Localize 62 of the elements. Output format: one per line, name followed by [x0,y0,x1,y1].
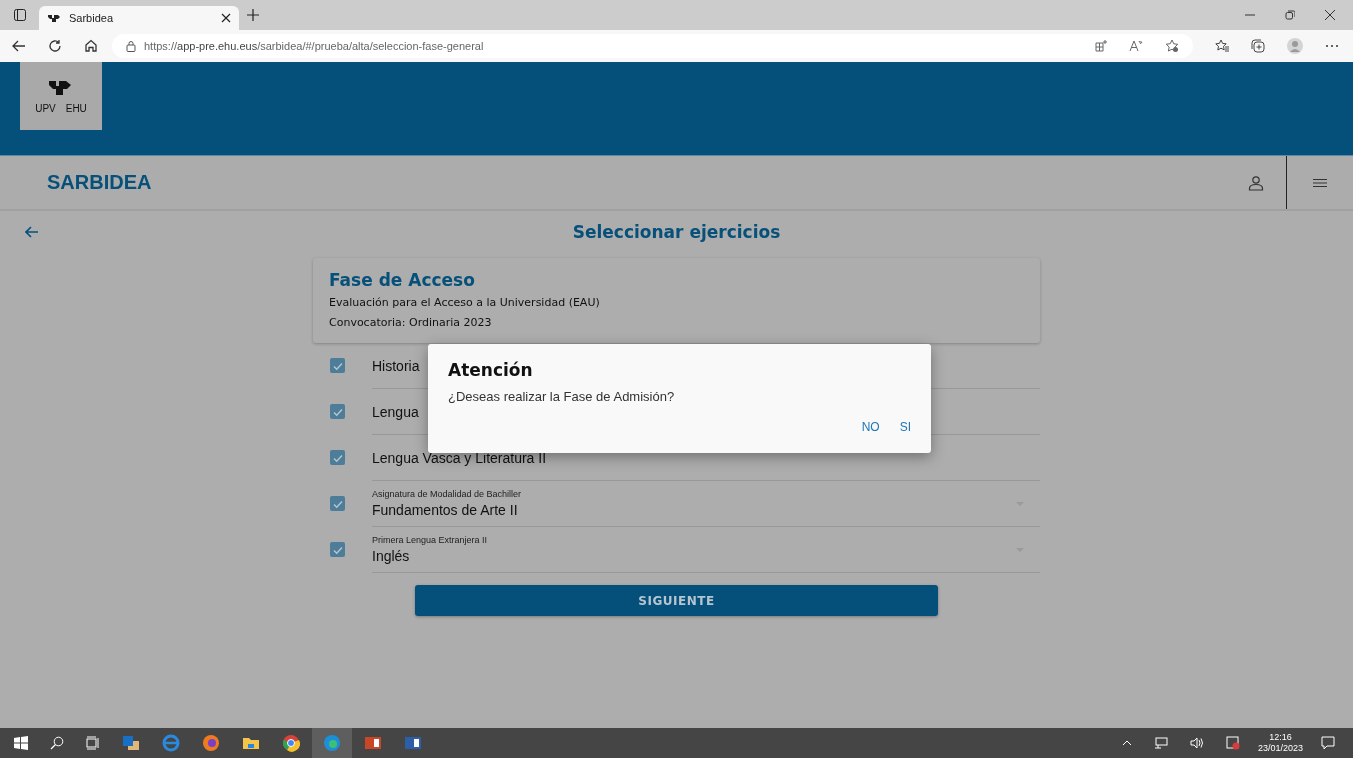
clock-time[interactable]: 12:16 [1269,732,1292,743]
checkbox[interactable] [330,358,345,373]
exercise-label: Lengua [372,403,419,420]
dialog-title: Atención [448,360,534,380]
mail-app-icon[interactable] [122,734,140,752]
address-field[interactable]: https://app-pre.ehu.eus/sarbidea/#/prueba/alta/seleccion-fase-general [112,34,1193,58]
search-icon[interactable] [50,736,64,750]
collections-icon[interactable] [1251,39,1265,53]
network-icon[interactable] [1153,737,1168,749]
start-icon[interactable] [14,736,28,750]
task-view-icon[interactable] [86,736,100,750]
app-title: SARBIDEA [47,171,152,194]
site-logo-icon [47,13,61,23]
dialog-button[interactable]: SI [891,416,919,438]
tab-list-icon[interactable] [13,8,27,22]
browser-e-icon[interactable] [162,734,180,752]
next-button[interactable]: SIGUIENTE [415,585,938,616]
user-icon[interactable] [1248,174,1264,191]
checkbox[interactable] [330,496,345,511]
browser-tab[interactable]: Sarbidea [39,6,239,30]
exercise-label: Lengua Vasca y Literatura II [372,449,547,466]
chat-bubble-icon[interactable] [1321,736,1335,750]
logo-text: UPV [35,103,56,114]
checkbox[interactable] [330,542,345,557]
checkbox[interactable] [330,450,345,465]
close-icon[interactable] [221,13,231,23]
back-arrow-icon[interactable] [12,40,26,52]
dialog-button[interactable]: NO [853,416,888,438]
clock-date[interactable]: 23/01/2023 [1257,743,1303,754]
subject-select[interactable]: Primera Lengua Extranjera II Inglés [372,535,1040,564]
card-title: Fase de Acceso [329,270,476,290]
checkbox[interactable] [330,404,345,419]
taskbar-active-app[interactable] [312,728,352,758]
restore-icon[interactable] [1285,10,1295,20]
favorites-icon[interactable] [1215,39,1229,53]
profile-avatar-icon[interactable] [1287,38,1303,54]
fox-browser-icon[interactable] [202,734,220,752]
lock-icon [126,40,136,52]
read-aloud-icon[interactable] [1129,40,1143,52]
round-browser-icon[interactable] [282,734,300,752]
wave-browser-icon [323,734,341,752]
chevron-up-icon[interactable] [1121,740,1132,746]
dialog-message: ¿Deseas realizar la Fase de Admisión? [448,389,676,404]
grid-plus-icon[interactable] [1095,40,1107,52]
logo-text: EHU [65,103,87,114]
more-icon[interactable] [1325,44,1339,48]
star-plus-icon[interactable] [1165,39,1179,53]
exercise-label: Historia [372,357,420,374]
menu-icon[interactable] [1313,177,1327,188]
volume-icon[interactable] [1189,737,1204,749]
home-icon[interactable] [84,39,98,53]
new-tab-icon[interactable] [247,9,259,21]
subject-select[interactable]: Asignatura de Modalidad de Bachiller Fundamentos de Arte II [372,489,1040,518]
card-text: Convocatoria: Ordinaria 2023 [329,315,493,331]
refresh-icon[interactable] [48,39,62,53]
close-icon[interactable] [1325,10,1335,20]
slides-app-icon[interactable] [364,734,382,752]
card-text: Evaluación para el Acceso a la Universidad (EAU) [329,295,601,311]
notification-badge-icon[interactable] [1225,736,1240,750]
page-title: Seleccionar ejercicios [572,222,781,242]
document-app-icon[interactable] [404,734,422,752]
logo-emblem-icon [48,78,74,98]
